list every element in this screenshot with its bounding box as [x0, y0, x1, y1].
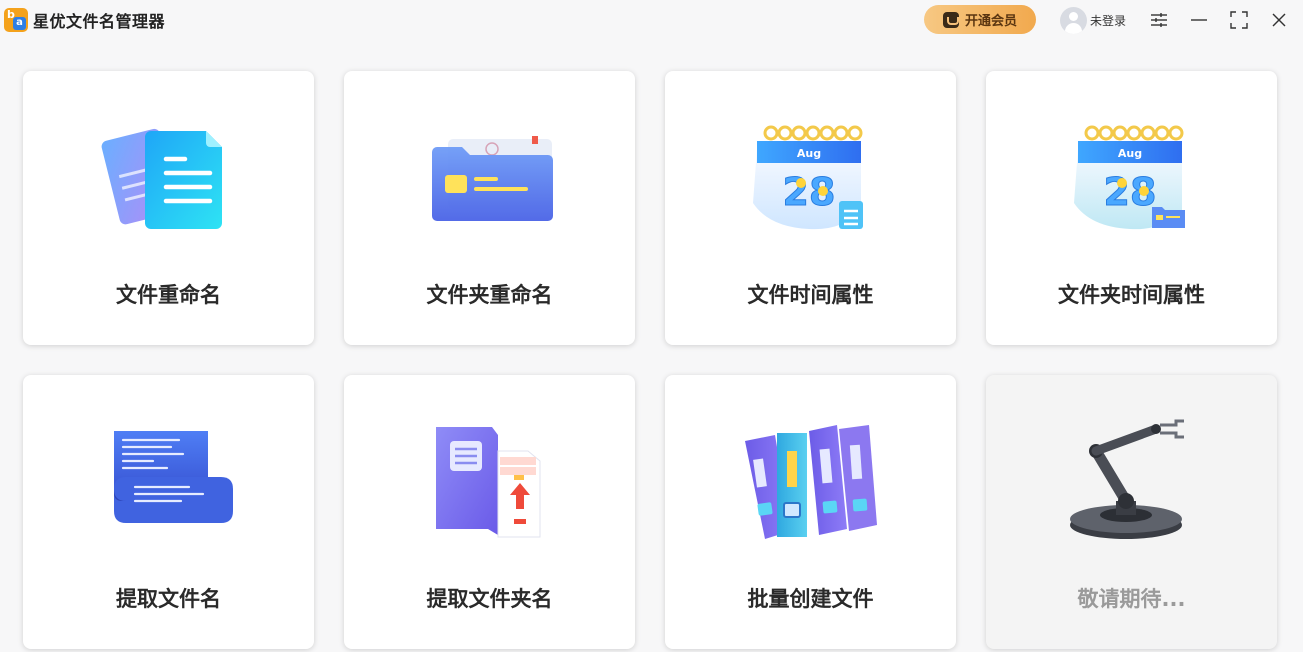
calendar-month: Aug — [797, 147, 821, 160]
card-extract-file-names[interactable]: 提取文件名 — [23, 375, 314, 649]
vip-button-label: 开通会员 — [964, 14, 1017, 29]
card-label: 提取文件名 — [116, 587, 221, 611]
documents-icon — [101, 128, 222, 229]
close-icon[interactable] — [1267, 8, 1291, 32]
card-folder-time-attributes[interactable]: Aug 28 文件夹时间属性 — [986, 71, 1277, 345]
card-file-time-attributes[interactable]: Aug 28 文件时间属性 — [665, 71, 956, 345]
card-batch-create-files[interactable]: 批量创建文件 — [665, 375, 956, 649]
card-coming-soon: 敬请期待... — [986, 375, 1277, 649]
folder-icon — [432, 136, 553, 221]
card-extract-folder-names[interactable]: 提取文件夹名 — [344, 375, 635, 649]
folder-book-icon — [436, 427, 541, 538]
login-button[interactable]: 未登录 — [1060, 7, 1126, 34]
calendar-month: Aug — [1118, 147, 1142, 160]
card-label: 文件夹时间属性 — [1058, 283, 1205, 307]
vip-button[interactable]: 开通会员 — [924, 5, 1036, 34]
binders-icon — [745, 425, 877, 539]
calendar-folder-icon: Aug 28 — [1074, 125, 1185, 230]
card-label: 文件重命名 — [116, 283, 221, 307]
avatar — [1060, 7, 1087, 34]
card-label: 批量创建文件 — [747, 587, 874, 611]
app-title: 星优文件名管理器 — [33, 12, 166, 31]
maximize-icon[interactable] — [1227, 8, 1251, 32]
card-label: 敬请期待... — [1077, 587, 1186, 611]
minimize-icon[interactable] — [1187, 8, 1211, 32]
card-folder-rename[interactable]: 文件夹重命名 — [344, 71, 635, 345]
settings-icon[interactable] — [1147, 8, 1171, 32]
card-label: 文件时间属性 — [747, 283, 874, 307]
crown-icon — [942, 11, 959, 28]
scroll-icon — [114, 431, 233, 523]
title-bar: ba 星优文件名管理器 开通会员 未登录 — [0, 0, 1303, 40]
robot-arm-icon — [1070, 419, 1184, 539]
login-label: 未登录 — [1090, 14, 1127, 28]
card-label: 提取文件夹名 — [426, 587, 553, 611]
card-label: 文件夹重命名 — [426, 283, 553, 307]
card-file-rename[interactable]: 文件重命名 — [23, 71, 314, 345]
calendar-file-icon: Aug 28 — [753, 125, 863, 230]
app-logo: ba — [4, 8, 28, 32]
